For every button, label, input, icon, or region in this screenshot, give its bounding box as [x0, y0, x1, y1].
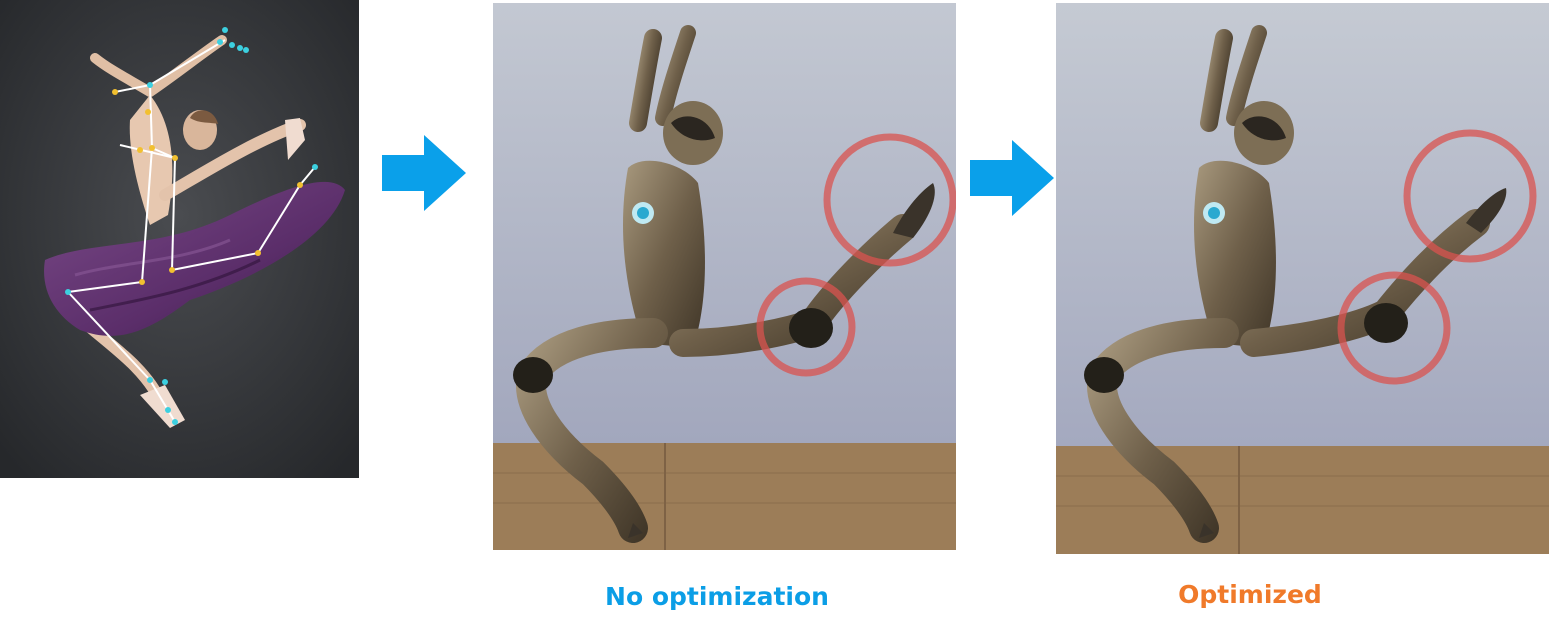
render-optimized-image — [1056, 3, 1549, 554]
source-photo-image — [0, 0, 359, 478]
source-photo-with-pose-skeleton — [0, 0, 359, 478]
arrow-right-icon — [970, 140, 1054, 216]
sky-backdrop — [493, 3, 956, 443]
caption-optimized: Optimized — [1178, 580, 1322, 609]
render-no-optimization-image — [493, 3, 956, 550]
render-optimized — [1056, 3, 1549, 554]
caption-no-optimization: No optimization — [605, 582, 829, 611]
render-no-optimization — [493, 3, 956, 550]
arrow-right-icon — [382, 135, 466, 211]
